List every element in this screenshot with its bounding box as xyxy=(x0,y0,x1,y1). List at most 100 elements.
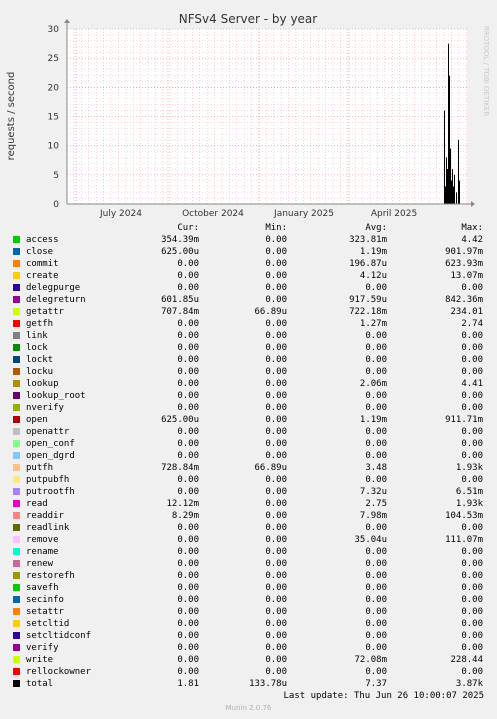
legend-swatch xyxy=(13,260,20,267)
y-tick-label: 30 xyxy=(48,25,60,35)
legend-value-min: 0.00 xyxy=(265,559,287,569)
legend-value-avg: 0.00 xyxy=(365,667,387,677)
legend-value-avg: 0.00 xyxy=(365,619,387,629)
legend-swatch xyxy=(13,620,20,627)
legend-value-avg: 0.00 xyxy=(365,391,387,401)
legend-row: putpubfh 0.00 0.00 0.00 0.00 xyxy=(0,474,497,486)
legend-row: delegreturn 601.85u 0.00 917.59u 842.36m xyxy=(0,294,497,306)
legend-swatch xyxy=(13,476,20,483)
legend-series-name: readdir xyxy=(26,511,64,521)
legend-value-max: 1.93k xyxy=(455,463,483,473)
legend-series-name: open_conf xyxy=(26,439,75,449)
legend-swatch xyxy=(13,404,20,411)
legend-value-avg: 2.06m xyxy=(359,379,387,389)
legend-series-name: lookup xyxy=(26,379,59,389)
legend-value-avg: 0.00 xyxy=(365,523,387,533)
legend-row: total 1.81 133.78u 7.37 3.87k xyxy=(0,678,497,690)
y-tick-label: 10 xyxy=(48,142,60,152)
legend-value-cur: 0.00 xyxy=(177,559,199,569)
legend-value-min: 0.00 xyxy=(265,331,287,341)
legend-value-max: 4.42 xyxy=(461,235,483,245)
legend-value-cur: 0.00 xyxy=(177,595,199,605)
legend-series-name: open_dgrd xyxy=(26,451,75,461)
legend-value-avg: 35.04u xyxy=(354,535,387,545)
legend-value-max: 0.00 xyxy=(461,427,483,437)
legend-swatch xyxy=(13,524,20,531)
legend-swatch xyxy=(13,596,20,603)
legend-row: setattr 0.00 0.00 0.00 0.00 xyxy=(0,606,497,618)
y-tick-label: 25 xyxy=(48,54,59,64)
legend-value-max: 0.00 xyxy=(461,367,483,377)
legend-value-avg: 323.81m xyxy=(349,235,387,245)
x-tick-label: April 2025 xyxy=(371,209,417,219)
legend-value-avg: 0.00 xyxy=(365,343,387,353)
legend-value-min: 0.00 xyxy=(265,547,287,557)
legend-value-min: 0.00 xyxy=(265,343,287,353)
legend-swatch xyxy=(13,512,20,519)
legend-row: create 0.00 0.00 4.12u 13.07m xyxy=(0,270,497,282)
y-tick-label: 20 xyxy=(48,83,60,93)
legend-value-min: 0.00 xyxy=(265,523,287,533)
legend-value-cur: 0.00 xyxy=(177,655,199,665)
legend-value-max: 2.74 xyxy=(461,319,483,329)
legend-series-name: write xyxy=(26,655,54,665)
legend-value-cur: 0.00 xyxy=(177,403,199,413)
legend-value-min: 0.00 xyxy=(265,379,287,389)
legend-swatch xyxy=(13,392,20,399)
legend-swatch xyxy=(13,344,20,351)
legend-series-name: openattr xyxy=(26,427,70,437)
legend-value-avg: 917.59u xyxy=(349,295,387,305)
legend-value-min: 0.00 xyxy=(265,391,287,401)
legend-value-max: 0.00 xyxy=(461,667,483,677)
legend-value-min: 0.00 xyxy=(265,619,287,629)
legend-value-avg: 1.27m xyxy=(359,319,387,329)
legend-series-name: setcltidconf xyxy=(26,631,92,641)
legend-value-max: 0.00 xyxy=(461,583,483,593)
y-axis-label: requests / second xyxy=(6,72,17,161)
legend-series-name: total xyxy=(26,679,54,689)
legend-row: getfh 0.00 0.00 1.27m 2.74 xyxy=(0,318,497,330)
legend-row: link 0.00 0.00 0.00 0.00 xyxy=(0,330,497,342)
legend-value-cur: 0.00 xyxy=(177,487,199,497)
legend-row: putrootfh 0.00 0.00 7.32u 6.51m xyxy=(0,486,497,498)
legend-swatch xyxy=(13,572,20,579)
legend-value-max: 0.00 xyxy=(461,571,483,581)
legend-swatch xyxy=(13,584,20,591)
legend-value-max: 0.00 xyxy=(461,559,483,569)
legend-series-name: putpubfh xyxy=(26,475,70,485)
legend-value-avg: 7.98m xyxy=(359,511,387,521)
legend-value-cur: 8.29m xyxy=(171,511,199,521)
legend-value-cur: 12.12m xyxy=(166,499,199,509)
legend-value-cur: 728.84m xyxy=(161,463,199,473)
legend-swatch xyxy=(13,548,20,555)
legend-swatch xyxy=(13,488,20,495)
legend-swatch xyxy=(13,308,20,315)
legend-value-max: 111.07m xyxy=(445,535,483,545)
legend-value-cur: 707.84m xyxy=(161,307,199,317)
legend-value-avg: 0.00 xyxy=(365,559,387,569)
legend-value-min: 0.00 xyxy=(265,355,287,365)
legend-value-min: 133.78u xyxy=(249,679,287,689)
y-tick-label: 5 xyxy=(53,171,59,181)
legend-value-avg: 0.00 xyxy=(365,439,387,449)
legend-row: open 625.00u 0.00 1.19m 911.71m xyxy=(0,414,497,426)
legend-row: remove 0.00 0.00 35.04u 111.07m xyxy=(0,534,497,546)
legend-value-avg: 0.00 xyxy=(365,283,387,293)
legend-value-cur: 0.00 xyxy=(177,571,199,581)
legend-series-name: link xyxy=(26,331,48,341)
x-tick-label: October 2024 xyxy=(182,209,244,219)
legend-value-cur: 601.85u xyxy=(161,295,199,305)
legend-value-avg: 722.18m xyxy=(349,307,387,317)
legend-header-cell: Cur: xyxy=(177,223,199,233)
legend-row: access 354.39m 0.00 323.81m 4.42 xyxy=(0,234,497,246)
legend-value-avg: 0.00 xyxy=(365,451,387,461)
rrdtool-watermark: RRDTOOL / TOBI OETIKER xyxy=(482,26,490,116)
legend-value-min: 0.00 xyxy=(265,451,287,461)
legend-value-cur: 0.00 xyxy=(177,607,199,617)
legend-value-cur: 0.00 xyxy=(177,283,199,293)
legend-value-avg: 0.00 xyxy=(365,571,387,581)
legend-value-min: 0.00 xyxy=(265,271,287,281)
legend-row: rellockowner 0.00 0.00 0.00 0.00 xyxy=(0,666,497,678)
legend-swatch xyxy=(13,332,20,339)
legend-value-cur: 0.00 xyxy=(177,319,199,329)
